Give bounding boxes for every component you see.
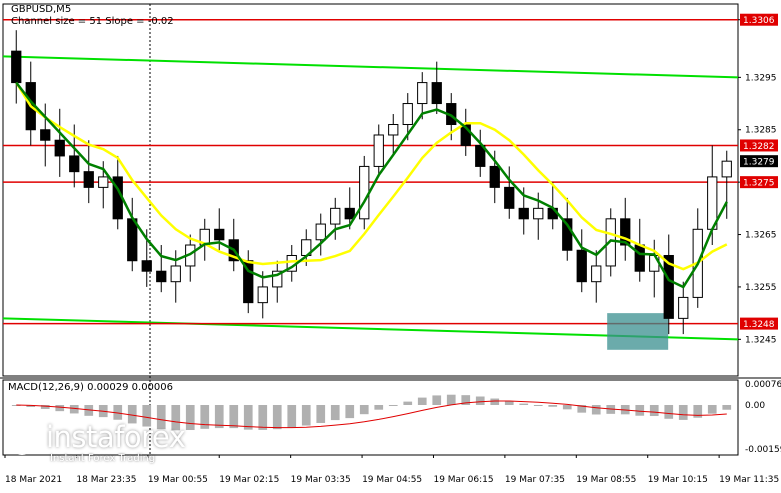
macd-bar bbox=[490, 398, 500, 405]
macd-bar bbox=[272, 405, 282, 430]
symbol-label: GBPUSD,M5 bbox=[11, 4, 72, 15]
macd-bar bbox=[200, 405, 210, 429]
macd-bar bbox=[388, 405, 398, 406]
macd-bar bbox=[229, 405, 239, 429]
x-tick-label: 19 Mar 11:35 bbox=[719, 475, 779, 485]
macd-bar bbox=[287, 405, 297, 428]
macd-bar bbox=[562, 405, 572, 410]
price-chart: 1.3306 1.3295 1.3285 1.3275 1.3265 1.3255 1.32… bbox=[0, 3, 781, 485]
highlight-zone bbox=[607, 313, 669, 350]
macd-bar bbox=[649, 405, 659, 417]
candle-bear bbox=[576, 249, 587, 283]
macd-bar bbox=[185, 405, 195, 431]
level-price-label: 1.3282 bbox=[743, 142, 775, 152]
macd-bar bbox=[504, 401, 514, 405]
level-price-label: 1.3248 bbox=[743, 320, 775, 330]
x-tick-label: 19 Mar 08:55 bbox=[576, 475, 636, 485]
y-tick-label: 1.3245 bbox=[745, 335, 777, 345]
macd-bar bbox=[359, 405, 369, 415]
candle-bull bbox=[330, 207, 341, 225]
macd-bar bbox=[55, 405, 65, 412]
macd-bar bbox=[417, 397, 427, 405]
x-tick-label: 19 Mar 03:35 bbox=[291, 475, 351, 485]
candle-bull bbox=[533, 207, 544, 220]
indicator-label: Channel size = 51 Slope = -0.02 bbox=[11, 16, 174, 27]
macd-bar bbox=[330, 405, 340, 421]
candle-bull bbox=[591, 265, 602, 283]
x-tick-label: 19 Mar 00:55 bbox=[148, 475, 208, 485]
candle-bear bbox=[504, 186, 515, 209]
candle-bear bbox=[69, 155, 80, 173]
macd-bar bbox=[475, 396, 485, 405]
current-price-label: 1.3279 bbox=[743, 158, 775, 168]
macd-bar bbox=[69, 405, 79, 414]
macd-bar bbox=[591, 405, 601, 415]
candle-bull bbox=[359, 165, 370, 220]
candle-bull bbox=[678, 296, 689, 319]
candle-bear bbox=[634, 244, 645, 272]
candle-bear bbox=[156, 270, 167, 283]
y-tick-label: 1.3255 bbox=[745, 283, 777, 293]
level-price-label: 1.3306 bbox=[743, 16, 775, 26]
macd-tick-label: 0.00076 bbox=[745, 380, 781, 390]
macd-bar bbox=[316, 405, 326, 423]
x-tick-label: 19 Mar 07:35 bbox=[505, 475, 565, 485]
macd-bar bbox=[345, 405, 355, 419]
macd-tick-label: 0.00 bbox=[745, 401, 765, 411]
macd-bar bbox=[519, 403, 529, 405]
candle-bear bbox=[54, 139, 65, 157]
x-tick-label: 19 Mar 06:15 bbox=[433, 475, 493, 485]
macd-bar bbox=[374, 405, 384, 410]
macd-bar bbox=[403, 401, 413, 405]
y-tick-label: 1.3265 bbox=[745, 231, 777, 241]
macd-label: MACD(12,26,9) 0.00029 0.00006 bbox=[8, 382, 174, 393]
x-tick-label: 19 Mar 02:15 bbox=[219, 475, 279, 485]
x-tick-label: 19 Mar 10:15 bbox=[648, 475, 708, 485]
candle-bear bbox=[40, 129, 51, 141]
x-tick-label: 19 Mar 04:55 bbox=[362, 475, 422, 485]
candle-bull bbox=[257, 286, 268, 304]
candle-bull bbox=[373, 134, 384, 167]
macd-bar bbox=[548, 405, 558, 407]
logo-icon bbox=[7, 425, 37, 455]
macd-bar bbox=[678, 405, 688, 420]
macd-bar bbox=[533, 405, 543, 406]
candle-bull bbox=[315, 223, 326, 241]
candle-bull bbox=[170, 265, 181, 283]
candle-bear bbox=[214, 228, 225, 241]
y-tick-label: 1.3295 bbox=[745, 73, 777, 83]
candle-bull bbox=[721, 160, 732, 178]
macd-tick-label: -0.00159 bbox=[745, 445, 781, 455]
x-tick-label: 18 Mar 23:35 bbox=[76, 475, 136, 485]
candle-bull bbox=[417, 82, 428, 105]
candle-bear bbox=[344, 207, 355, 220]
candle-bull bbox=[402, 103, 413, 126]
logo-tagline: Instant Forex Trading bbox=[50, 453, 156, 464]
macd-bar bbox=[258, 405, 268, 430]
candle-bear bbox=[83, 171, 94, 188]
x-tick-label: 18 Mar 2021 bbox=[5, 475, 62, 485]
macd-bar bbox=[664, 405, 674, 419]
logo-wordmark: instaforex bbox=[46, 420, 186, 454]
macd-bar bbox=[432, 395, 442, 405]
macd-bar bbox=[635, 405, 645, 416]
chart-window: 1.3306 1.3295 1.3285 1.3275 1.3265 1.3255 1.32… bbox=[0, 0, 781, 489]
candle-bear bbox=[141, 260, 152, 272]
macd-bar bbox=[446, 394, 456, 405]
candle-bull bbox=[388, 124, 399, 136]
candle-bear bbox=[518, 207, 529, 220]
y-tick-label: 1.3285 bbox=[745, 126, 777, 136]
macd-bar bbox=[707, 405, 717, 414]
level-price-label: 1.3275 bbox=[743, 179, 775, 189]
macd-bar bbox=[301, 405, 311, 426]
macd-bar bbox=[722, 405, 732, 410]
macd-bar bbox=[214, 405, 224, 429]
candle-bear bbox=[11, 50, 22, 84]
watermark-logo: instaforex Instant Forex Trading bbox=[4, 418, 186, 464]
candle-bear bbox=[489, 165, 500, 188]
candle-bull bbox=[98, 176, 109, 188]
candle-bear bbox=[431, 82, 442, 105]
candle-bear bbox=[127, 218, 138, 262]
